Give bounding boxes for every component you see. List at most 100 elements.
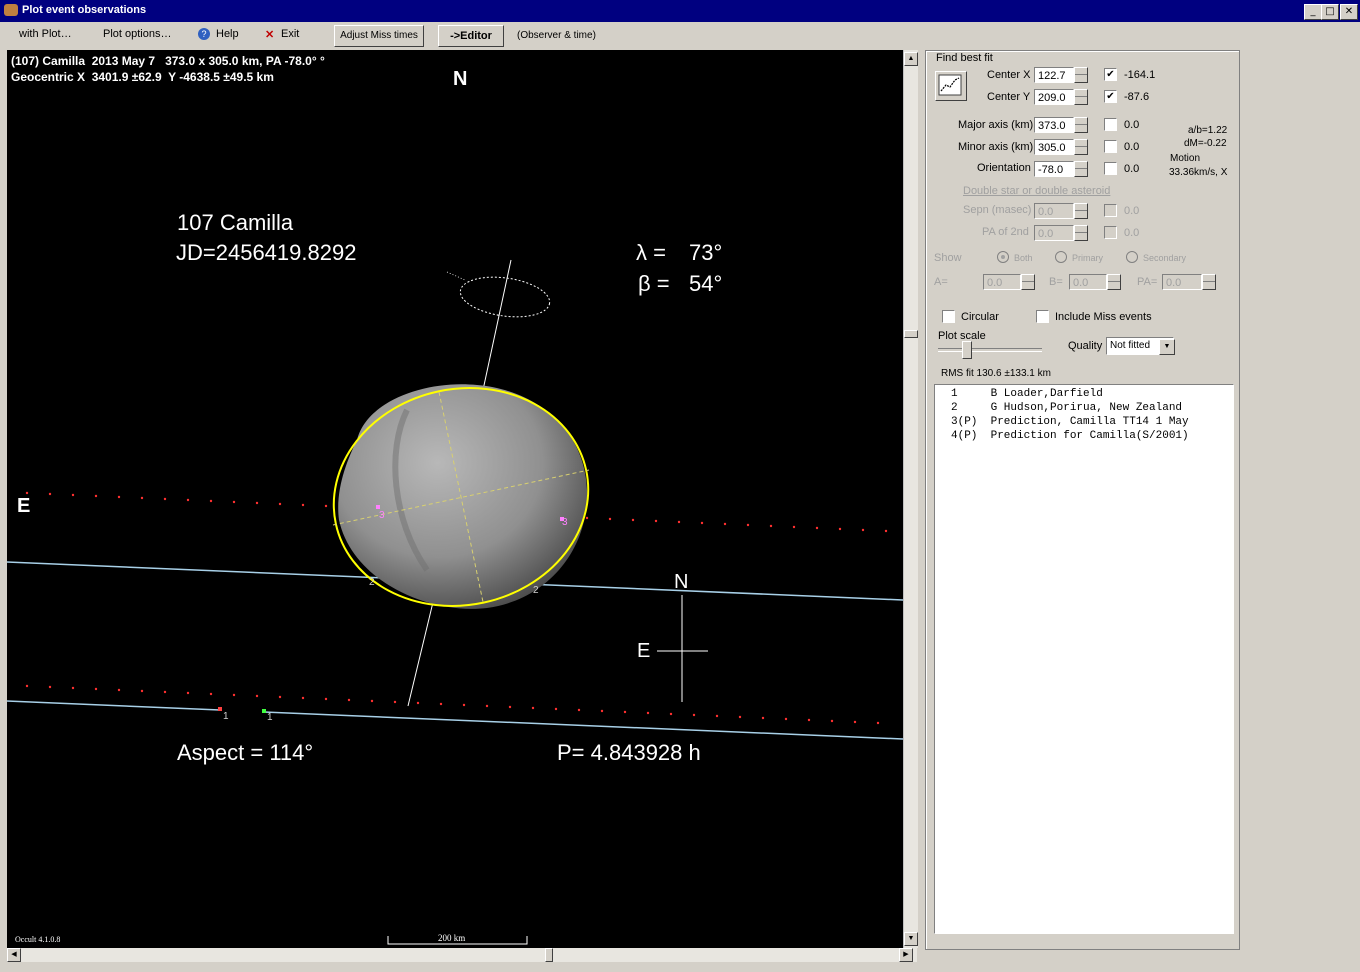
chord-marker-1b [262,709,266,713]
object-name: 107 Camilla [177,210,294,235]
maximize-button[interactable]: □ [1321,4,1339,20]
east-label: E [17,495,31,517]
hscroll-thumb[interactable] [545,948,553,962]
center-x-checkbox[interactable]: ✔ [1104,68,1117,81]
pa-spinner[interactable] [1202,274,1216,290]
circular-label: Circular [961,311,999,323]
show-primary-radio[interactable] [1055,251,1067,263]
asteroid-shape [338,384,588,609]
orientation-spinner[interactable] [1074,161,1088,177]
sepn-fit-value: 0.0 [1124,205,1140,217]
find-best-fit-label: Find best fit [936,52,993,64]
sepn-spinner[interactable] [1074,203,1088,219]
chord-label-1b: 1 [267,712,273,723]
exit-icon[interactable]: ✕ [265,28,274,41]
major-axis-checkbox[interactable] [1104,118,1117,131]
chord-label-3a: 3 [379,510,385,521]
observer-list[interactable]: 1 B Loader,Darfield 2 G Hudson,Porirua, … [934,384,1234,934]
pa2-label: PA of 2nd [982,226,1029,238]
period-label: P= 4.843928 h [557,740,701,765]
compass-north-label: N [674,571,689,593]
pole-ellipse [459,276,551,318]
help-icon[interactable]: ? [198,28,210,40]
scroll-thumb[interactable] [904,330,918,338]
menu-plot-options[interactable]: Plot options… [103,28,171,40]
beta-value: 54° [689,271,723,296]
minor-axis-spinner[interactable] [1074,139,1088,155]
compass-east-label: E [637,640,651,662]
b-spinner[interactable] [1107,274,1121,290]
minor-axis-input[interactable]: 305.0 [1034,139,1074,155]
major-axis-fit-value: 0.0 [1124,119,1140,131]
chord-label-1a: 1 [223,711,229,722]
list-item[interactable]: 4(P) Prediction for Camilla(S/2001) [951,430,1189,442]
chord-label-2a: 2 [369,577,375,588]
scroll-right-icon[interactable]: ▶ [899,948,913,962]
lambda-value: 73° [689,240,723,265]
chevron-down-icon[interactable]: ▼ [1159,339,1175,355]
lambda-label: λ = [636,240,666,265]
adjust-miss-times-button[interactable]: Adjust Miss times [334,25,424,47]
close-button[interactable]: ✕ [1340,4,1358,20]
b-label: B= [1049,276,1063,288]
show-label: Show [934,252,962,264]
plot-horizontal-scrollbar[interactable]: ◀ ▶ [7,948,917,962]
plot-scale-slider-thumb[interactable] [962,341,972,359]
plot-vertical-scrollbar[interactable]: ▲ ▼ [903,50,918,948]
center-y-spinner[interactable] [1074,89,1088,105]
major-axis-label: Major axis (km) [958,119,1034,131]
a-input[interactable]: 0.0 [983,274,1021,290]
plot-canvas[interactable]: (107) Camilla 2013 May 7 373.0 x 305.0 k… [7,50,903,948]
pa2-spinner[interactable] [1074,225,1088,241]
minor-axis-checkbox[interactable] [1104,140,1117,153]
scroll-left-icon[interactable]: ◀ [7,948,21,962]
show-secondary-radio[interactable] [1126,251,1138,263]
spin-axis-top [482,259,512,391]
beta-label: β = [638,271,670,296]
show-both-radio[interactable] [997,251,1009,263]
center-y-checkbox[interactable]: ✔ [1104,90,1117,103]
list-item[interactable]: 3(P) Prediction, Camilla TT14 1 May [951,416,1189,428]
list-item[interactable]: 2 G Hudson,Porirua, New Zealand [951,402,1182,414]
include-miss-checkbox[interactable] [1036,310,1049,323]
minimize-button[interactable]: _ [1304,4,1322,20]
orientation-checkbox[interactable] [1104,162,1117,175]
menu-with-plot[interactable]: with Plot… [19,28,72,40]
center-x-input[interactable]: 122.7 [1034,67,1074,83]
fit-chart-button[interactable] [935,71,967,101]
double-star-label: Double star or double asteroid [963,185,1111,197]
chord-line-1a [7,700,221,711]
pa2-checkbox[interactable] [1104,226,1117,239]
center-y-input[interactable]: 209.0 [1034,89,1074,105]
center-x-spinner[interactable] [1074,67,1088,83]
chart-icon [938,74,962,96]
scroll-up-icon[interactable]: ▲ [904,52,918,66]
pa-input[interactable]: 0.0 [1162,274,1202,290]
major-axis-input[interactable]: 373.0 [1034,117,1074,133]
dotted-chord-lower [25,684,880,725]
sepn-checkbox[interactable] [1104,204,1117,217]
plot-scale-slider-track[interactable] [938,348,1042,352]
spin-axis-bottom [407,597,435,707]
orientation-input[interactable]: -78.0 [1034,161,1074,177]
scroll-down-icon[interactable]: ▼ [904,932,918,946]
menu-bar: with Plot… Plot options… ? Help ✕ Exit A… [0,22,1360,48]
pa2-input[interactable]: 0.0 [1034,225,1074,241]
b-input[interactable]: 0.0 [1069,274,1107,290]
observer-time-label[interactable]: (Observer & time) [517,30,596,41]
editor-button[interactable]: ->Editor [438,25,504,47]
list-item[interactable]: 1 B Loader,Darfield [951,388,1103,400]
chord-label-3b: 3 [562,517,568,528]
major-axis-spinner[interactable] [1074,117,1088,133]
circular-checkbox[interactable] [942,310,955,323]
motion-label: Motion [1170,153,1201,164]
menu-help[interactable]: Help [216,28,239,40]
ab-ratio: a/b=1.22 [1188,125,1228,136]
menu-exit[interactable]: Exit [281,28,299,40]
sepn-input[interactable]: 0.0 [1034,203,1074,219]
chord-label-2b: 2 [533,585,539,596]
pole-dotted-arc [446,271,466,281]
center-y-label: Center Y [987,91,1031,103]
show-secondary-label: Secondary [1143,253,1187,263]
a-spinner[interactable] [1021,274,1035,290]
